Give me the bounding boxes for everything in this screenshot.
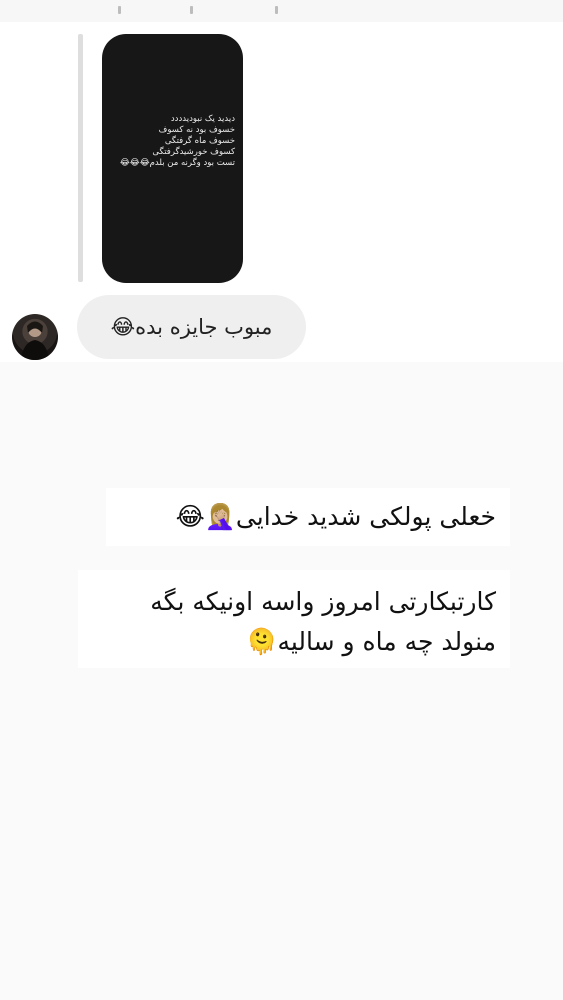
story-line: خسوف ماه گرفتگی: [164, 136, 235, 146]
message-bubble[interactable]: مبوب جایزه بده😂: [77, 295, 306, 359]
text-fragment-mark: [118, 6, 121, 14]
story-caption: کارتبکارتی امروز واسه اونیکه بگه منولد چ…: [78, 570, 510, 668]
caption-text: خعلی پولکی شدید خدایی🤦🏼‍♀️😂: [175, 502, 496, 531]
caption-text: منولد چه ماه و سالیه🫠: [246, 627, 496, 656]
text-fragment-mark: [275, 6, 278, 14]
avatar[interactable]: [12, 314, 58, 360]
story-line: کسوف خورشیدگرفتگی: [152, 147, 235, 157]
story-text: دیدید یک نبودیدددد خسوف بود نه کسوف خسوف…: [110, 114, 235, 169]
chat-area: دیدید یک نبودیدددد خسوف بود نه کسوف خسوف…: [0, 0, 563, 362]
previous-message-fade: [0, 0, 563, 22]
text-fragment-mark: [190, 6, 193, 14]
story-caption: خعلی پولکی شدید خدایی🤦🏼‍♀️😂: [106, 488, 510, 546]
story-line: خسوف بود نه کسوف: [158, 125, 235, 135]
caption-text: کارتبکارتی امروز واسه اونیکه بگه: [150, 587, 496, 616]
avatar-image: [21, 321, 49, 360]
story-line: تست بود وگرنه من بلدم😂😂😂: [119, 158, 235, 168]
story-reply-bar: [78, 34, 83, 282]
message-text: مبوب جایزه بده😂: [110, 315, 273, 339]
story-reply-thumbnail[interactable]: دیدید یک نبودیدددد خسوف بود نه کسوف خسوف…: [102, 34, 243, 283]
story-line: دیدید یک نبودیدددد: [170, 114, 235, 124]
